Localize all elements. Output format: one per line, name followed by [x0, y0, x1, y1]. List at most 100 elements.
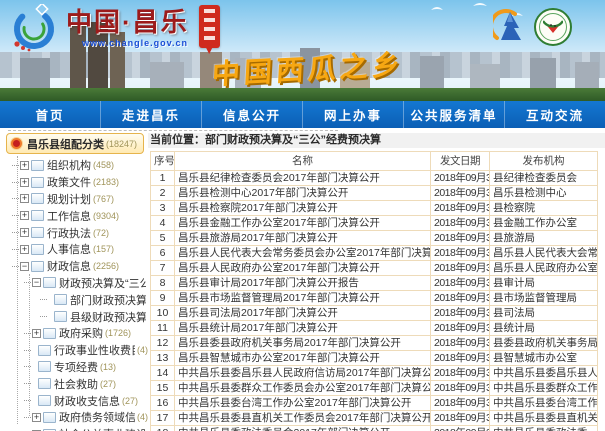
sidebar-tree-item[interactable]: 县级财政预决算及 — [0, 308, 148, 325]
tree-item-label: 财政信息 — [47, 258, 91, 274]
tree-expander-icon[interactable]: + — [20, 228, 29, 237]
sidebar-tree-item[interactable]: + 行政执法 (72) — [0, 224, 148, 241]
nav-item-label: 互动交流 — [526, 105, 584, 124]
doc-title-link[interactable]: 中共昌乐县委昌乐县人民政府信访局2017年部门决算公开 — [175, 366, 431, 381]
doc-title-link[interactable]: 昌乐县智慧城市办公室2017年部门决算公开 — [175, 351, 431, 366]
nav-item[interactable]: 网上办事 — [303, 101, 404, 128]
tree-connector — [40, 316, 47, 317]
sidebar-tree-item[interactable]: 专项经费 (13) — [0, 359, 148, 376]
doc-title-link[interactable]: 中共昌乐县委县直机关工作委员会2017年部门决算公开 — [175, 411, 431, 426]
row-index: 18 — [151, 426, 175, 431]
main-nav: 首页走进昌乐信息公开网上办事公共服务清单 互动交流 — [0, 101, 605, 128]
table-row: 3 昌乐县检察院2017年部门决算公开 2018年09月30日 县检察院 — [151, 201, 598, 216]
sidebar-tree-item[interactable]: − 财政信息 (2256) — [0, 258, 148, 275]
table-row: 1 昌乐县纪律检查委员会2017年部门决算公开 2018年09月30日 县纪律检… — [151, 171, 598, 186]
tree-item-count: (2256) — [93, 261, 119, 271]
doc-title-link[interactable]: 中共昌乐县委政法委员会2017年部门决算公开 — [175, 426, 431, 431]
tree-expander-icon[interactable]: + — [20, 245, 29, 254]
folder-icon — [38, 345, 51, 356]
sidebar-tree-item[interactable]: 社会救助 (27) — [0, 375, 148, 392]
tree-expander-icon[interactable]: + — [20, 194, 29, 203]
tree-item-count: (4) — [137, 345, 148, 355]
tree-item-label: 人事信息 — [47, 241, 91, 257]
sidebar-root-category[interactable]: 昌乐县组配分类 (18247) — [6, 133, 144, 154]
tree-connector — [12, 266, 19, 267]
sidebar-tree-item[interactable]: + 政策文件 (2183) — [0, 174, 148, 191]
doc-agency: 中共昌乐县委政法委... — [490, 426, 598, 431]
doc-title-link[interactable]: 昌乐县委县政府机关事务局2017年部门决算公开 — [175, 336, 431, 351]
table-row: 16 中共昌乐县委台湾工作办公室2017年部门决算公开 2018年09月30日 … — [151, 396, 598, 411]
folder-icon — [31, 177, 44, 188]
sidebar-tree-item[interactable]: 行政事业性收费目录 (4) — [0, 342, 148, 359]
category-tree: + 组织机构 (458) + 政策文件 (2183) + 规划计划 (767) … — [0, 157, 148, 431]
doc-title-link[interactable]: 中共昌乐县委台湾工作办公室2017年部门决算公开 — [175, 396, 431, 411]
row-index: 6 — [151, 246, 175, 261]
tree-item-label: 政府债务领域信息 — [59, 409, 135, 425]
breadcrumb-current: 部门财政预决算及“三公”经费预决算 — [205, 134, 381, 146]
sidebar-tree-item[interactable]: 部门财政预决算及 — [0, 291, 148, 308]
sidebar-tree-item[interactable]: + 工作信息 (9304) — [0, 207, 148, 224]
doc-date: 2018年09月30日 — [431, 186, 490, 201]
doc-title-link[interactable]: 昌乐县纪律检查委员会2017年部门决算公开 — [175, 171, 431, 186]
tree-item-label: 县级财政预决算及 — [70, 309, 146, 325]
tree-item-label: 规划计划 — [47, 191, 91, 207]
table-row: 17 中共昌乐县委县直机关工作委员会2017年部门决算公开 2018年09月30… — [151, 411, 598, 426]
tree-expander-icon[interactable]: + — [32, 329, 41, 338]
doc-agency: 中共昌乐县委昌乐县人民... — [490, 366, 598, 381]
doc-date: 2018年09月30日 — [431, 201, 490, 216]
table-row: 15 中共昌乐县委群众工作委员会办公室2017年部门决算公开 2018年09月3… — [151, 381, 598, 396]
row-index: 14 — [151, 366, 175, 381]
tree-expander-icon[interactable]: + — [20, 178, 29, 187]
doc-title-link[interactable]: 昌乐县检察院2017年部门决算公开 — [175, 201, 431, 216]
site-logo-icon — [8, 4, 60, 52]
tree-item-count: (767) — [93, 194, 114, 204]
nav-item[interactable]: 走进昌乐 — [101, 101, 202, 128]
sidebar-tree-item[interactable]: + 人事信息 (157) — [0, 241, 148, 258]
nav-item[interactable]: 公共服务清单 — [404, 101, 505, 128]
sidebar-tree-item[interactable]: + 社会公益事业建设领域 — [0, 426, 148, 431]
row-index: 8 — [151, 276, 175, 291]
site-name: 中国·昌乐 — [66, 8, 189, 36]
tree-connector — [24, 417, 31, 418]
tree-expander-icon[interactable]: − — [20, 262, 29, 271]
folder-icon — [43, 412, 56, 423]
doc-title-link[interactable]: 昌乐县统计局2017年部门决算公开 — [175, 321, 431, 336]
sidebar-tree-item[interactable]: 财政收支信息 (27) — [0, 392, 148, 409]
doc-date: 2018年09月30日 — [431, 171, 490, 186]
site-logo-block[interactable]: 中国·昌乐 www.changle.gov.cn — [8, 4, 220, 52]
doc-title-link[interactable]: 昌乐县旅游局2017年部门决算公开 — [175, 231, 431, 246]
doc-title-link[interactable]: 昌乐县检测中心2017年部门决算公开 — [175, 186, 431, 201]
table-row: 10 昌乐县司法局2017年部门决算公开 2018年09月30日 县司法局 — [151, 306, 598, 321]
sidebar-tree-item[interactable]: + 政府债务领域信息 (4) — [0, 409, 148, 426]
doc-agency: 县统计局 — [490, 321, 598, 336]
tree-item-count: (458) — [93, 160, 114, 170]
sidebar-tree-item[interactable]: − 财政预决算及“三公” — [0, 275, 148, 292]
doc-title-link[interactable]: 昌乐县司法局2017年部门决算公开 — [175, 306, 431, 321]
doc-title-link[interactable]: 昌乐县审计局2017年部门决算公开报告 — [175, 276, 431, 291]
tree-connector — [24, 333, 31, 334]
nav-item[interactable]: 互动交流 — [505, 101, 605, 128]
col-header-date: 发文日期 — [431, 152, 490, 171]
doc-title-link[interactable]: 昌乐县金融工作办公室2017年部门决算公开 — [175, 216, 431, 231]
tree-expander-icon[interactable]: + — [32, 413, 41, 422]
tree-connector — [12, 182, 19, 183]
doc-title-link[interactable]: 昌乐县人民政府办公室2017年部门决算公开 — [175, 261, 431, 276]
main-panel: 当前位置：部门财政预决算及“三公”经费预决算 序号 名称 发文日期 发布机构 1… — [148, 128, 605, 431]
table-row: 8 昌乐县审计局2017年部门决算公开报告 2018年09月30日 县审计局 — [151, 276, 598, 291]
tree-expander-icon[interactable]: − — [32, 278, 41, 287]
folder-icon — [38, 378, 51, 389]
doc-title-link[interactable]: 中共昌乐县委群众工作委员会办公室2017年部门决算公开 — [175, 381, 431, 396]
tree-expander-icon[interactable]: + — [20, 211, 29, 220]
nav-item[interactable]: 信息公开 — [202, 101, 303, 128]
tree-expander-icon[interactable]: + — [20, 161, 29, 170]
sidebar-tree-item[interactable]: + 政府采购 (1726) — [0, 325, 148, 342]
doc-title-link[interactable]: 昌乐县人民代表大会常务委员会办公室2017年部门决算公开 — [175, 246, 431, 261]
tree-item-count: (1726) — [105, 328, 131, 338]
tree-item-label: 部门财政预决算及 — [70, 292, 146, 308]
nav-item[interactable]: 首页 — [0, 101, 101, 128]
doc-agency: 昌乐县人民政府办公室 — [490, 261, 598, 276]
folder-icon — [43, 277, 56, 288]
doc-title-link[interactable]: 昌乐县市场监督管理局2017年部门决算公开 — [175, 291, 431, 306]
sidebar-tree-item[interactable]: + 规划计划 (767) — [0, 191, 148, 208]
sidebar-tree-item[interactable]: + 组织机构 (458) — [0, 157, 148, 174]
